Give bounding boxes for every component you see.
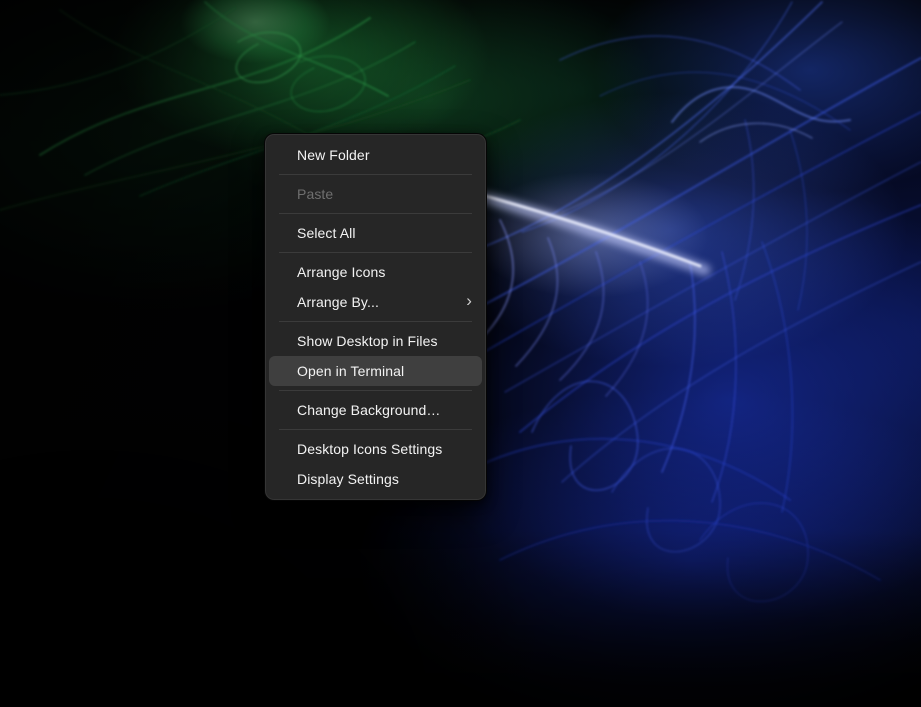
menu-item-desktop-icons-settings[interactable]: Desktop Icons Settings: [269, 434, 482, 464]
chevron-right-icon: ›: [466, 291, 472, 310]
menu-item-paste[interactable]: Paste: [269, 179, 482, 209]
menu-item-show-desktop-in-files[interactable]: Show Desktop in Files: [269, 326, 482, 356]
menu-item-change-background[interactable]: Change Background…: [269, 395, 482, 425]
menu-item-select-all[interactable]: Select All: [269, 218, 482, 248]
menu-item-arrange-by[interactable]: Arrange By... ›: [269, 287, 482, 317]
menu-separator: [279, 321, 472, 322]
desktop-context-menu: New Folder Paste Select All Arrange Icon…: [264, 133, 487, 501]
menu-item-open-in-terminal[interactable]: Open in Terminal: [269, 356, 482, 386]
desktop[interactable]: New Folder Paste Select All Arrange Icon…: [0, 0, 921, 707]
menu-item-arrange-icons[interactable]: Arrange Icons: [269, 257, 482, 287]
menu-separator: [279, 252, 472, 253]
menu-item-display-settings[interactable]: Display Settings: [269, 464, 482, 494]
menu-separator: [279, 213, 472, 214]
menu-separator: [279, 390, 472, 391]
menu-item-new-folder[interactable]: New Folder: [269, 140, 482, 170]
menu-separator: [279, 429, 472, 430]
menu-separator: [279, 174, 472, 175]
menu-item-label: Arrange By...: [297, 294, 379, 310]
